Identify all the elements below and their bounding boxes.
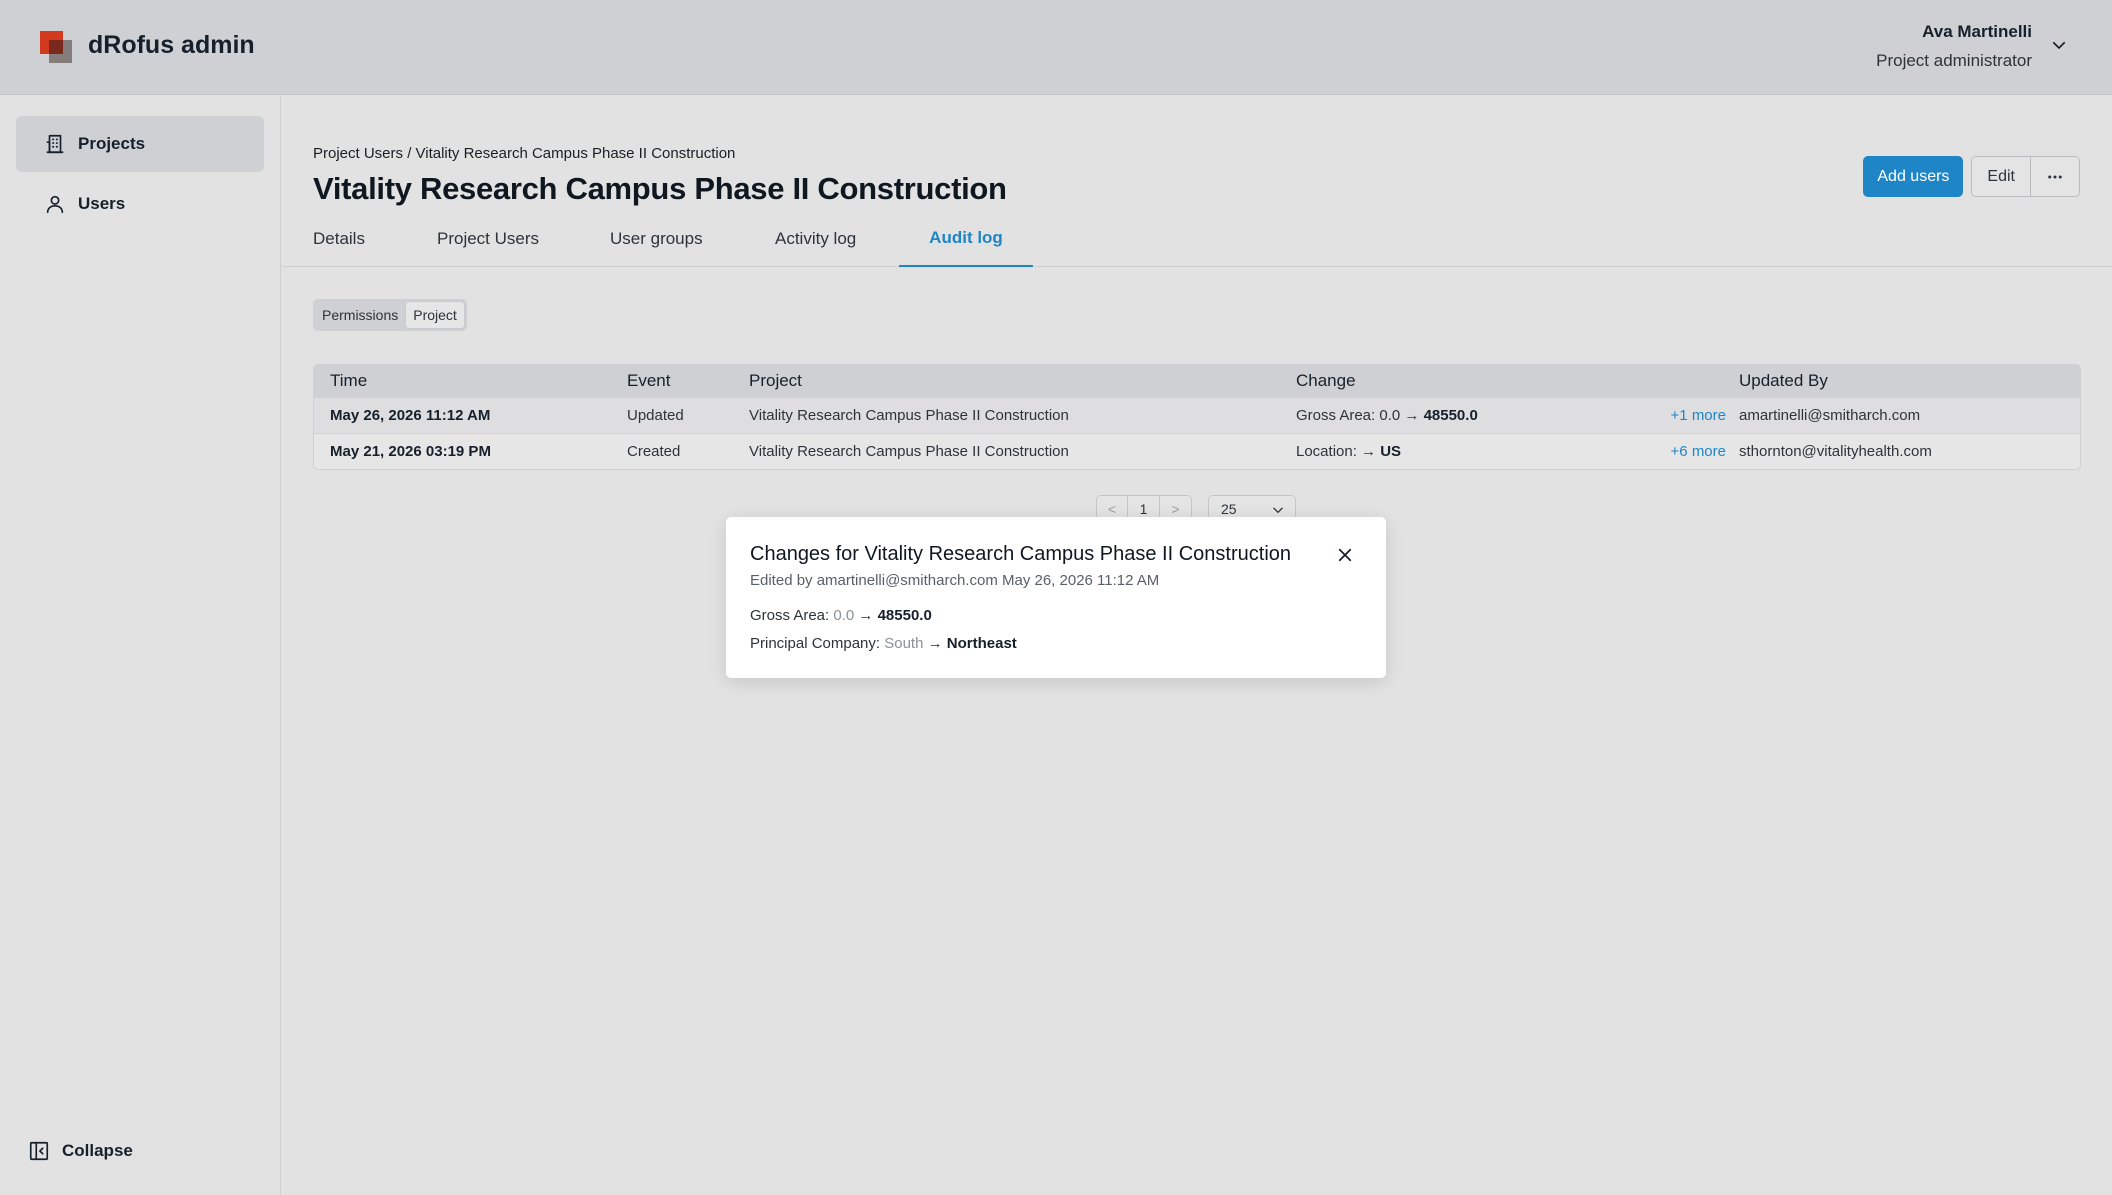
collapse-sidebar-button[interactable]: Collapse bbox=[28, 1140, 133, 1162]
table-row[interactable]: May 21, 2026 03:19 PM Created Vitality R… bbox=[314, 433, 2080, 469]
change-value: US bbox=[1380, 443, 1402, 460]
cell-updated-by: amartinelli@smitharch.com bbox=[1739, 407, 1921, 424]
audit-log-table: Time Event Project Change Updated By May… bbox=[313, 364, 2081, 470]
page-size-value: 25 bbox=[1221, 501, 1237, 517]
user-menu[interactable]: Ava Martinelli Project administrator bbox=[1876, 22, 2032, 71]
change-prefix: Gross Area: 0.0 → bbox=[1296, 407, 1420, 424]
chevron-down-icon[interactable] bbox=[2050, 36, 2068, 54]
tab-project-users[interactable]: Project Users bbox=[437, 211, 539, 267]
change-prefix: Location: → bbox=[1296, 443, 1377, 460]
drofus-logo-icon bbox=[40, 31, 72, 63]
page-actions: Add users Edit bbox=[1863, 156, 2080, 197]
collapse-label: Collapse bbox=[62, 1141, 133, 1160]
sidebar-item-label: Users bbox=[78, 194, 126, 213]
segment-permissions[interactable]: Permissions bbox=[315, 301, 405, 329]
tabs: Details Project Users User groups Activi… bbox=[282, 211, 2112, 267]
arrow-right-icon: → bbox=[858, 607, 874, 624]
breadcrumb[interactable]: Project Users / Vitality Research Campus… bbox=[313, 145, 735, 162]
user-name: Ava Martinelli bbox=[1922, 22, 2032, 41]
cell-project: Vitality Research Campus Phase II Constr… bbox=[749, 443, 1069, 460]
cell-time: May 21, 2026 03:19 PM bbox=[330, 443, 491, 460]
more-horizontal-icon bbox=[2048, 175, 2062, 178]
edit-button[interactable]: Edit bbox=[1972, 157, 2030, 196]
change-field: Principal Company: bbox=[750, 635, 881, 652]
cell-time: May 26, 2026 11:12 AM bbox=[330, 407, 491, 424]
tab-audit-log[interactable]: Audit log bbox=[899, 211, 1033, 267]
chevron-down-icon bbox=[1273, 507, 1283, 513]
user-role: Project administrator bbox=[1876, 51, 2032, 70]
cell-project: Vitality Research Campus Phase II Constr… bbox=[749, 407, 1069, 424]
sidebar: Projects Users Collapse bbox=[0, 95, 281, 1195]
column-header-project[interactable]: Project bbox=[749, 365, 802, 397]
change-old-value: South bbox=[884, 635, 924, 652]
sidebar-item-users[interactable]: Users bbox=[16, 176, 264, 232]
change-new-value: 48550.0 bbox=[877, 607, 932, 624]
edit-button-group: Edit bbox=[1971, 156, 2080, 197]
tab-details[interactable]: Details bbox=[313, 211, 365, 267]
app-brand: dRofus admin bbox=[88, 31, 255, 59]
user-icon bbox=[46, 195, 64, 214]
change-line-gross-area: Gross Area: 0.0 → 48550.0 bbox=[750, 607, 932, 624]
audit-type-toggle: Permissions Project bbox=[313, 299, 467, 331]
sidebar-item-label: Projects bbox=[78, 134, 146, 153]
column-header-updated-by[interactable]: Updated By bbox=[1739, 365, 1828, 397]
collapse-icon bbox=[29, 1141, 49, 1161]
dialog-title: Changes for Vitality Research Campus Pha… bbox=[750, 543, 1292, 565]
more-changes-link[interactable]: +6 more bbox=[1671, 434, 1726, 469]
page-title: Vitality Research Campus Phase II Constr… bbox=[313, 171, 1007, 206]
changes-dialog: Changes for Vitality Research Campus Pha… bbox=[726, 517, 1386, 678]
change-new-value: Northeast bbox=[946, 635, 1017, 652]
segment-project[interactable]: Project bbox=[405, 301, 465, 329]
change-line-principal-company: Principal Company: South → Northeast bbox=[750, 635, 1017, 652]
more-changes-link[interactable]: +1 more bbox=[1671, 398, 1726, 433]
column-header-event[interactable]: Event bbox=[627, 365, 670, 397]
table-row[interactable]: May 26, 2026 11:12 AM Updated Vitality R… bbox=[314, 397, 2080, 433]
cell-event: Created bbox=[627, 443, 681, 460]
app-header: dRofus admin Ava Martinelli Project admi… bbox=[0, 0, 2112, 95]
column-header-time[interactable]: Time bbox=[330, 365, 367, 397]
cell-change: Location: → US bbox=[1296, 434, 1401, 469]
change-field: Gross Area: bbox=[750, 607, 830, 624]
cell-event: Updated bbox=[627, 407, 684, 424]
cell-updated-by: sthornton@vitalityhealth.com bbox=[1739, 443, 1932, 460]
close-icon[interactable] bbox=[1336, 546, 1354, 564]
more-actions-button[interactable] bbox=[2030, 157, 2079, 196]
add-users-button[interactable]: Add users bbox=[1863, 156, 1964, 197]
change-old-value: 0.0 bbox=[833, 607, 855, 624]
table-header: Time Event Project Change Updated By bbox=[314, 365, 2080, 397]
arrow-right-icon: → bbox=[927, 635, 943, 652]
tab-user-groups[interactable]: User groups bbox=[610, 211, 703, 267]
change-value: 48550.0 bbox=[1423, 407, 1478, 424]
dialog-subtitle: Edited by amartinelli@smitharch.com May … bbox=[750, 572, 1160, 589]
cell-change: Gross Area: 0.0 → 48550.0 bbox=[1296, 398, 1478, 433]
tab-activity-log[interactable]: Activity log bbox=[775, 211, 856, 267]
column-header-change[interactable]: Change bbox=[1296, 365, 1356, 397]
sidebar-item-projects[interactable]: Projects bbox=[16, 116, 264, 172]
building-icon bbox=[46, 134, 64, 154]
